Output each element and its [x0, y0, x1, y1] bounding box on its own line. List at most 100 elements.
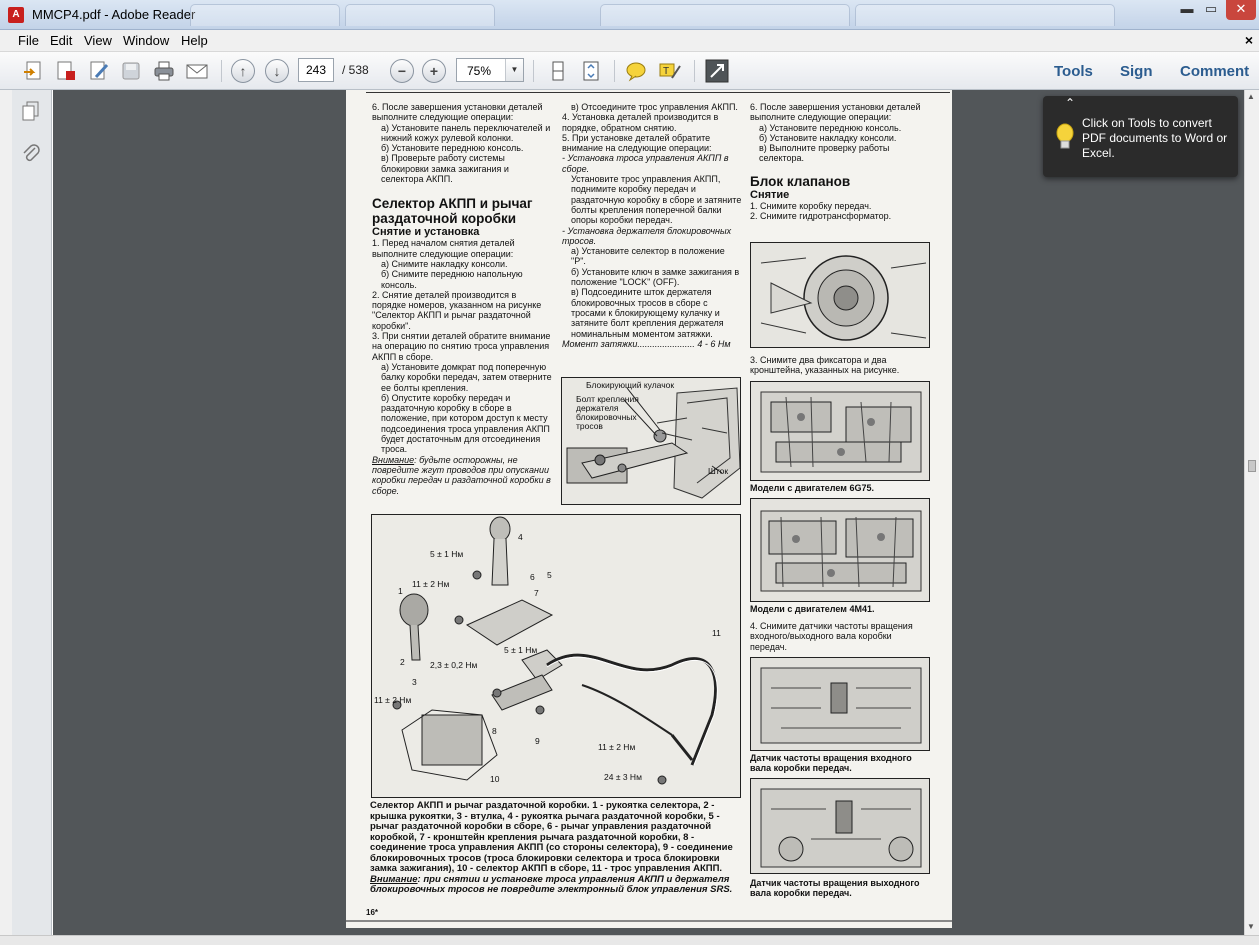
warning-paragraph: Внимание: будьте осторожны, не повредите… [372, 455, 552, 496]
paragraph: а) Установите переднюю консоль. [759, 122, 902, 133]
figure-caption: Датчик частоты вращения выходного вала к… [750, 878, 920, 898]
toolbar-separator [614, 60, 615, 82]
collapse-tooltip-button[interactable]: ⌃ [1065, 96, 1075, 110]
paragraph: 1. Снимите коробку передач. [750, 200, 872, 211]
section-heading: Селектор АКПП и рычаг раздаточной коробк… [372, 196, 533, 227]
menu-file[interactable]: File [18, 33, 39, 48]
menu-help[interactable]: Help [181, 33, 208, 48]
part-number: 2 [400, 657, 405, 667]
subsection-heading: Снятие и установка [372, 226, 480, 239]
torque-value: ....................... 4 - 6 Нм [637, 338, 731, 349]
column-1: 6. После завершения установки деталей вы… [372, 102, 552, 496]
zoom-in-button[interactable]: + [421, 58, 447, 84]
close-document-button[interactable]: × [1245, 32, 1253, 48]
figure-output-speed-sensor [750, 778, 930, 874]
torque-spec: Момент затяжки....................... 4 … [562, 339, 742, 349]
export-pdf-button[interactable] [53, 58, 79, 84]
background-tab[interactable] [600, 4, 850, 26]
page-number: 16* [366, 908, 379, 917]
fit-page-icon [583, 61, 599, 81]
paragraph: 3. Снимите два фиксатора и два кронштейн… [750, 355, 900, 376]
background-tab[interactable] [345, 4, 495, 26]
subsection-heading: Снятие [750, 188, 790, 201]
torque-label: 11 ± 2 Нм [374, 695, 412, 705]
figure-selector-assembly: 5 ± 1 Нм 11 ± 2 Нм 2,3 ± 0,2 Нм 5 ± 1 Нм… [371, 514, 741, 798]
paragraph: - Установка держателя блокировочных трос… [562, 225, 732, 246]
paragraph: а) Установите панель переключателей и ни… [381, 122, 551, 143]
paragraph: 4. Снимите датчики частоты вращения вход… [750, 621, 913, 652]
title-bar: A MMCP4.pdf - Adobe Reader ▬ ▭ ✕ [0, 0, 1259, 30]
caption-warning-text: : при снятии и установке троса управлени… [370, 873, 733, 895]
zoom-select[interactable]: 75% ▼ [456, 58, 524, 82]
transmission-drawing [751, 243, 929, 347]
part-number: 7 [534, 588, 539, 598]
tools-tooltip[interactable]: ⌃ Click on Tools to convert PDF document… [1043, 96, 1238, 177]
paragraph: а) Снимите накладку консоли. [381, 258, 508, 269]
background-tab[interactable] [190, 4, 340, 26]
torque-label: 11 ± 2 Нм [598, 742, 636, 752]
part-number: 8 [492, 726, 497, 736]
comment-pane-button[interactable]: Comment [1180, 63, 1249, 80]
expand-icon [705, 59, 729, 83]
paragraph: а) Установите домкрат под поперечную бал… [381, 361, 552, 393]
paragraph: 6. После завершения установки деталей вы… [372, 102, 543, 123]
create-pdf-button[interactable] [20, 58, 46, 84]
tools-pane-button[interactable]: Tools [1054, 63, 1093, 80]
scroll-up-icon[interactable]: ▲ [1247, 92, 1255, 101]
paragraph: в) Подсоедините шток держателя блокирово… [571, 287, 724, 339]
attachments-button[interactable] [20, 142, 42, 167]
pdf-page: 6. После завершения установки деталей вы… [346, 90, 952, 928]
print-button[interactable] [151, 58, 177, 84]
maximize-button[interactable]: ▭ [1200, 0, 1222, 20]
scroll-down-icon[interactable]: ▼ [1247, 922, 1255, 931]
next-page-button[interactable]: ↓ [264, 58, 290, 84]
menu-edit[interactable]: Edit [50, 33, 72, 48]
page-bottom-rule [346, 920, 952, 922]
previous-page-button[interactable]: ↑ [230, 58, 256, 84]
figure-4m41 [750, 498, 930, 602]
column-3: 6. После завершения установки деталей вы… [750, 102, 930, 221]
section-heading: Блок клапанов [750, 173, 851, 189]
figure-caption: Модели с двигателем 4M41. [750, 604, 875, 614]
paragraph: б) Установите накладку консоли. [759, 132, 897, 143]
part-number: 11 [712, 628, 721, 638]
paragraph: 2. Снятие деталей производится в порядке… [372, 289, 542, 331]
arrow-up-icon: ↑ [231, 59, 255, 83]
valve-body-4m41-drawing [751, 499, 929, 601]
save-button[interactable] [118, 58, 144, 84]
page-thumbnails-button[interactable] [20, 100, 42, 125]
paragraph: Установите трос управления АКПП, подними… [571, 174, 742, 226]
minimize-button[interactable]: ▬ [1176, 0, 1198, 20]
background-tab[interactable] [855, 4, 1115, 26]
edit-pdf-button[interactable] [86, 58, 112, 84]
column-3-text-3: 4. Снимите датчики частоты вращения вход… [750, 621, 930, 652]
close-window-button[interactable]: ✕ [1226, 0, 1256, 20]
label-holder-bolt: Болт крепления держателя блокировочных т… [576, 394, 639, 431]
highlight-icon: T [659, 63, 681, 79]
full-screen-button[interactable] [704, 58, 730, 84]
page-number-input[interactable]: 243 [298, 58, 334, 82]
highlight-text-button[interactable]: T [657, 58, 683, 84]
edit-pdf-icon [90, 61, 109, 80]
torque-label: 5 ± 1 Нм [504, 645, 538, 655]
sign-pane-button[interactable]: Sign [1120, 63, 1153, 80]
paragraph: в) Отсоедините трос управления АКПП. [571, 102, 738, 112]
scroll-thumb[interactable] [1248, 460, 1256, 472]
vertical-scrollbar[interactable]: ▲ ▼ [1244, 90, 1259, 935]
torque-label: Момент затяжки [562, 338, 638, 349]
zoom-out-button[interactable]: − [389, 58, 415, 84]
chevron-down-icon[interactable]: ▼ [505, 59, 523, 81]
toolbar-separator [533, 60, 534, 82]
warning-label: Внимание [372, 454, 415, 465]
create-pdf-icon [24, 61, 41, 80]
selector-assembly-drawing [372, 515, 740, 797]
label-rod: Шток [708, 466, 729, 476]
menu-view[interactable]: View [84, 33, 112, 48]
output-sensor-drawing [751, 779, 929, 873]
email-button[interactable] [184, 58, 210, 84]
part-number: 6 [530, 572, 535, 582]
fit-page-button[interactable] [578, 58, 604, 84]
menu-window[interactable]: Window [123, 33, 169, 48]
add-note-button[interactable] [623, 58, 649, 84]
scrolling-mode-button[interactable] [545, 58, 571, 84]
